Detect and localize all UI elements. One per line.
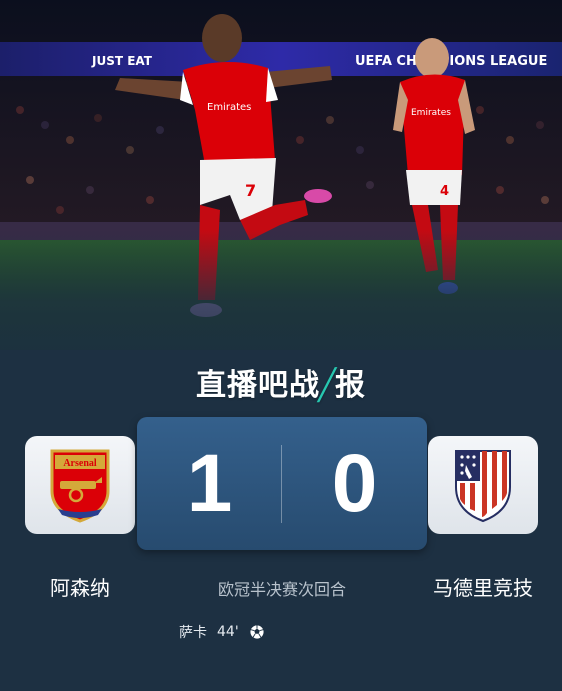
arsenal-crest-text: Arsenal	[63, 458, 97, 469]
score-panel: 1 0	[137, 417, 427, 550]
home-team-badge: Arsenal	[25, 436, 135, 534]
shirt-sponsor-right: Emirates	[411, 108, 451, 118]
scorer-name: 萨卡	[179, 625, 207, 641]
atletico-crest-icon	[455, 450, 511, 523]
away-team-badge	[428, 436, 538, 534]
shorts-number-left: 7	[245, 181, 256, 200]
goal-minute: 44'	[217, 624, 239, 640]
brand-prefix: 直播吧战	[195, 368, 320, 403]
arsenal-crest-icon: Arsenal	[50, 449, 110, 523]
brand-suffix: 报	[335, 368, 367, 403]
away-team-name: 马德里竞技	[433, 576, 533, 600]
sponsor-text: JUST EAT	[91, 54, 153, 68]
shorts-number-right: 4	[440, 184, 449, 199]
away-score: 0	[331, 438, 378, 529]
shirt-sponsor: Emirates	[207, 102, 251, 113]
brand-title: 直播吧战╱报	[0, 360, 562, 404]
match-round: 欧冠半决赛次回合	[217, 580, 346, 599]
home-team-name: 阿森纳	[50, 576, 110, 600]
goal-scorer-row: 萨卡 44'	[179, 622, 265, 642]
competition-text: UEFA CHAMPIONS LEAGUE	[355, 54, 547, 69]
home-score: 1	[186, 438, 233, 529]
hero-photo: JUST EAT UEFA CHAMPIONS LEAGUE Emirates …	[0, 0, 562, 350]
soccer-ball-icon	[249, 624, 265, 640]
hero-fade	[0, 230, 562, 350]
